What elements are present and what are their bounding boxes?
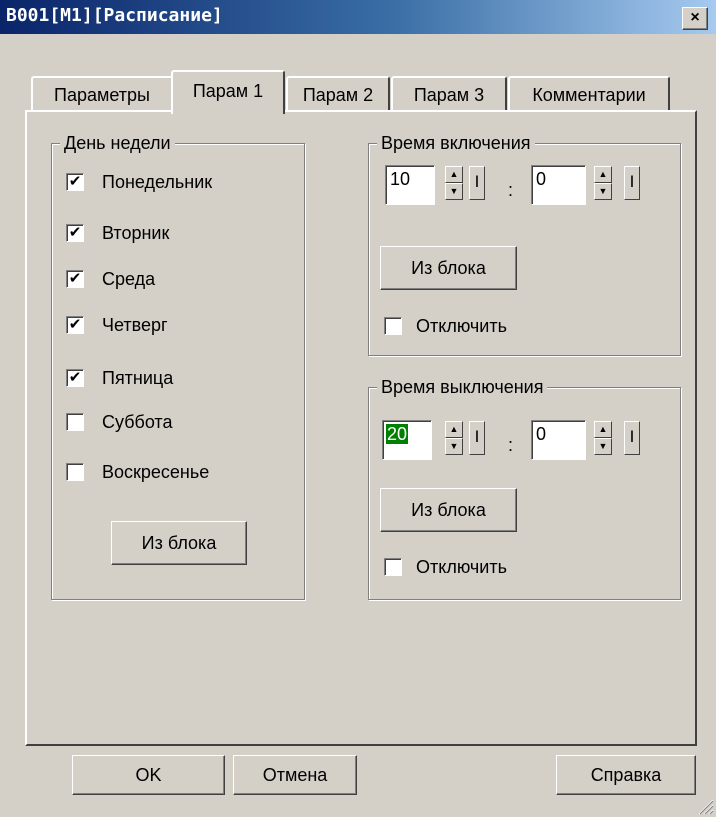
on-minutes-value: 0 xyxy=(536,169,547,189)
on-hours-value: 10 xyxy=(390,169,411,189)
weekday-from-block-button[interactable]: Из блока xyxy=(111,521,247,565)
monday-checkbox[interactable]: ✔ xyxy=(66,173,84,191)
thursday-label: Четверг xyxy=(102,315,168,335)
wednesday-checkbox[interactable]: ✔ xyxy=(66,270,84,288)
on-time-group-legend: Время включения xyxy=(377,132,535,154)
thursday-checkbox[interactable]: ✔ xyxy=(66,316,84,334)
time-separator: : xyxy=(508,435,514,455)
saturday-checkbox[interactable] xyxy=(66,413,84,431)
off-minutes-i-button[interactable]: I xyxy=(624,421,640,455)
friday-label: Пятница xyxy=(102,368,174,388)
off-hours-up-button[interactable]: ▲ xyxy=(445,421,463,438)
on-hours-input[interactable]: 10 xyxy=(385,165,435,205)
sunday-label: Воскресенье xyxy=(102,462,210,482)
i-label: I xyxy=(474,427,480,446)
on-from-block-button[interactable]: Из блока xyxy=(380,246,517,290)
on-hours-i-button[interactable]: I xyxy=(469,166,485,200)
on-hours-up-button[interactable]: ▲ xyxy=(445,166,463,183)
off-minutes-down-button[interactable]: ▼ xyxy=(594,438,612,455)
tab-param-2[interactable]: Парам 2 xyxy=(286,76,390,112)
off-minutes-input[interactable]: 0 xyxy=(531,420,586,460)
on-disable-label: Отключить xyxy=(416,316,507,336)
tab-label: Комментарии xyxy=(532,85,646,105)
saturday-label: Суббота xyxy=(102,412,173,432)
arrow-down-icon: ▼ xyxy=(449,441,459,451)
tab-parameters[interactable]: Параметры xyxy=(31,76,173,112)
check-mark-icon: ✔ xyxy=(68,173,82,190)
dialog-window: B001[M1][Расписание] × Параметры Парам 1… xyxy=(0,0,716,817)
arrow-up-icon: ▲ xyxy=(598,169,608,179)
tab-comments[interactable]: Комментарии xyxy=(508,76,670,112)
on-disable-checkbox[interactable] xyxy=(384,317,402,335)
button-label: Отмена xyxy=(262,765,328,785)
sunday-checkbox[interactable] xyxy=(66,463,84,481)
title-bar[interactable]: B001[M1][Расписание] × xyxy=(0,0,716,34)
arrow-up-icon: ▲ xyxy=(449,169,459,179)
tab-label: Парам 2 xyxy=(302,85,374,105)
close-icon: × xyxy=(690,9,700,26)
time-separator: : xyxy=(508,180,514,200)
off-hours-i-button[interactable]: I xyxy=(469,421,485,455)
i-label: I xyxy=(629,172,635,191)
tab-label: Парам 1 xyxy=(192,81,264,101)
check-mark-icon: ✔ xyxy=(68,316,82,333)
arrow-down-icon: ▼ xyxy=(449,186,459,196)
on-minutes-input[interactable]: 0 xyxy=(531,165,586,205)
wednesday-label: Среда xyxy=(102,269,156,289)
ok-button[interactable]: OK xyxy=(72,755,225,795)
friday-checkbox[interactable]: ✔ xyxy=(66,369,84,387)
check-mark-icon: ✔ xyxy=(68,369,82,386)
window-title: B001[M1][Расписание] xyxy=(6,5,223,26)
tuesday-checkbox[interactable]: ✔ xyxy=(66,224,84,242)
tab-param-3[interactable]: Парам 3 xyxy=(391,76,507,112)
off-hours-down-button[interactable]: ▼ xyxy=(445,438,463,455)
resize-grip-icon[interactable] xyxy=(696,797,714,815)
off-hours-input[interactable]: 20 xyxy=(382,420,432,460)
button-label: Из блока xyxy=(411,500,486,520)
arrow-down-icon: ▼ xyxy=(598,441,608,451)
on-minutes-down-button[interactable]: ▼ xyxy=(594,183,612,200)
check-mark-icon: ✔ xyxy=(68,270,82,287)
off-time-group-legend: Время выключения xyxy=(377,376,548,398)
tuesday-label: Вторник xyxy=(102,223,170,243)
help-button[interactable]: Справка xyxy=(556,755,696,795)
button-label: Из блока xyxy=(141,533,217,553)
on-hours-down-button[interactable]: ▼ xyxy=(445,183,463,200)
i-label: I xyxy=(629,427,635,446)
i-label: I xyxy=(474,172,480,191)
off-from-block-button[interactable]: Из блока xyxy=(380,488,517,532)
off-disable-checkbox[interactable] xyxy=(384,558,402,576)
tab-param-1[interactable]: Парам 1 xyxy=(171,70,285,114)
tab-label: Параметры xyxy=(54,85,150,105)
monday-label: Понедельник xyxy=(102,172,213,192)
cancel-button[interactable]: Отмена xyxy=(233,755,357,795)
arrow-down-icon: ▼ xyxy=(598,186,608,196)
button-label: Справка xyxy=(590,765,662,785)
off-minutes-value: 0 xyxy=(536,424,547,444)
off-hours-value: 20 xyxy=(386,424,409,444)
on-minutes-i-button[interactable]: I xyxy=(624,166,640,200)
tab-label: Парам 3 xyxy=(413,85,485,105)
arrow-up-icon: ▲ xyxy=(598,424,608,434)
check-mark-icon: ✔ xyxy=(68,224,82,241)
on-minutes-up-button[interactable]: ▲ xyxy=(594,166,612,183)
arrow-up-icon: ▲ xyxy=(449,424,459,434)
button-label: Из блока xyxy=(411,258,486,278)
close-button[interactable]: × xyxy=(682,7,708,30)
button-label: OK xyxy=(135,765,162,785)
weekday-group-legend: День недели xyxy=(60,132,175,154)
off-minutes-up-button[interactable]: ▲ xyxy=(594,421,612,438)
off-disable-label: Отключить xyxy=(416,557,507,577)
